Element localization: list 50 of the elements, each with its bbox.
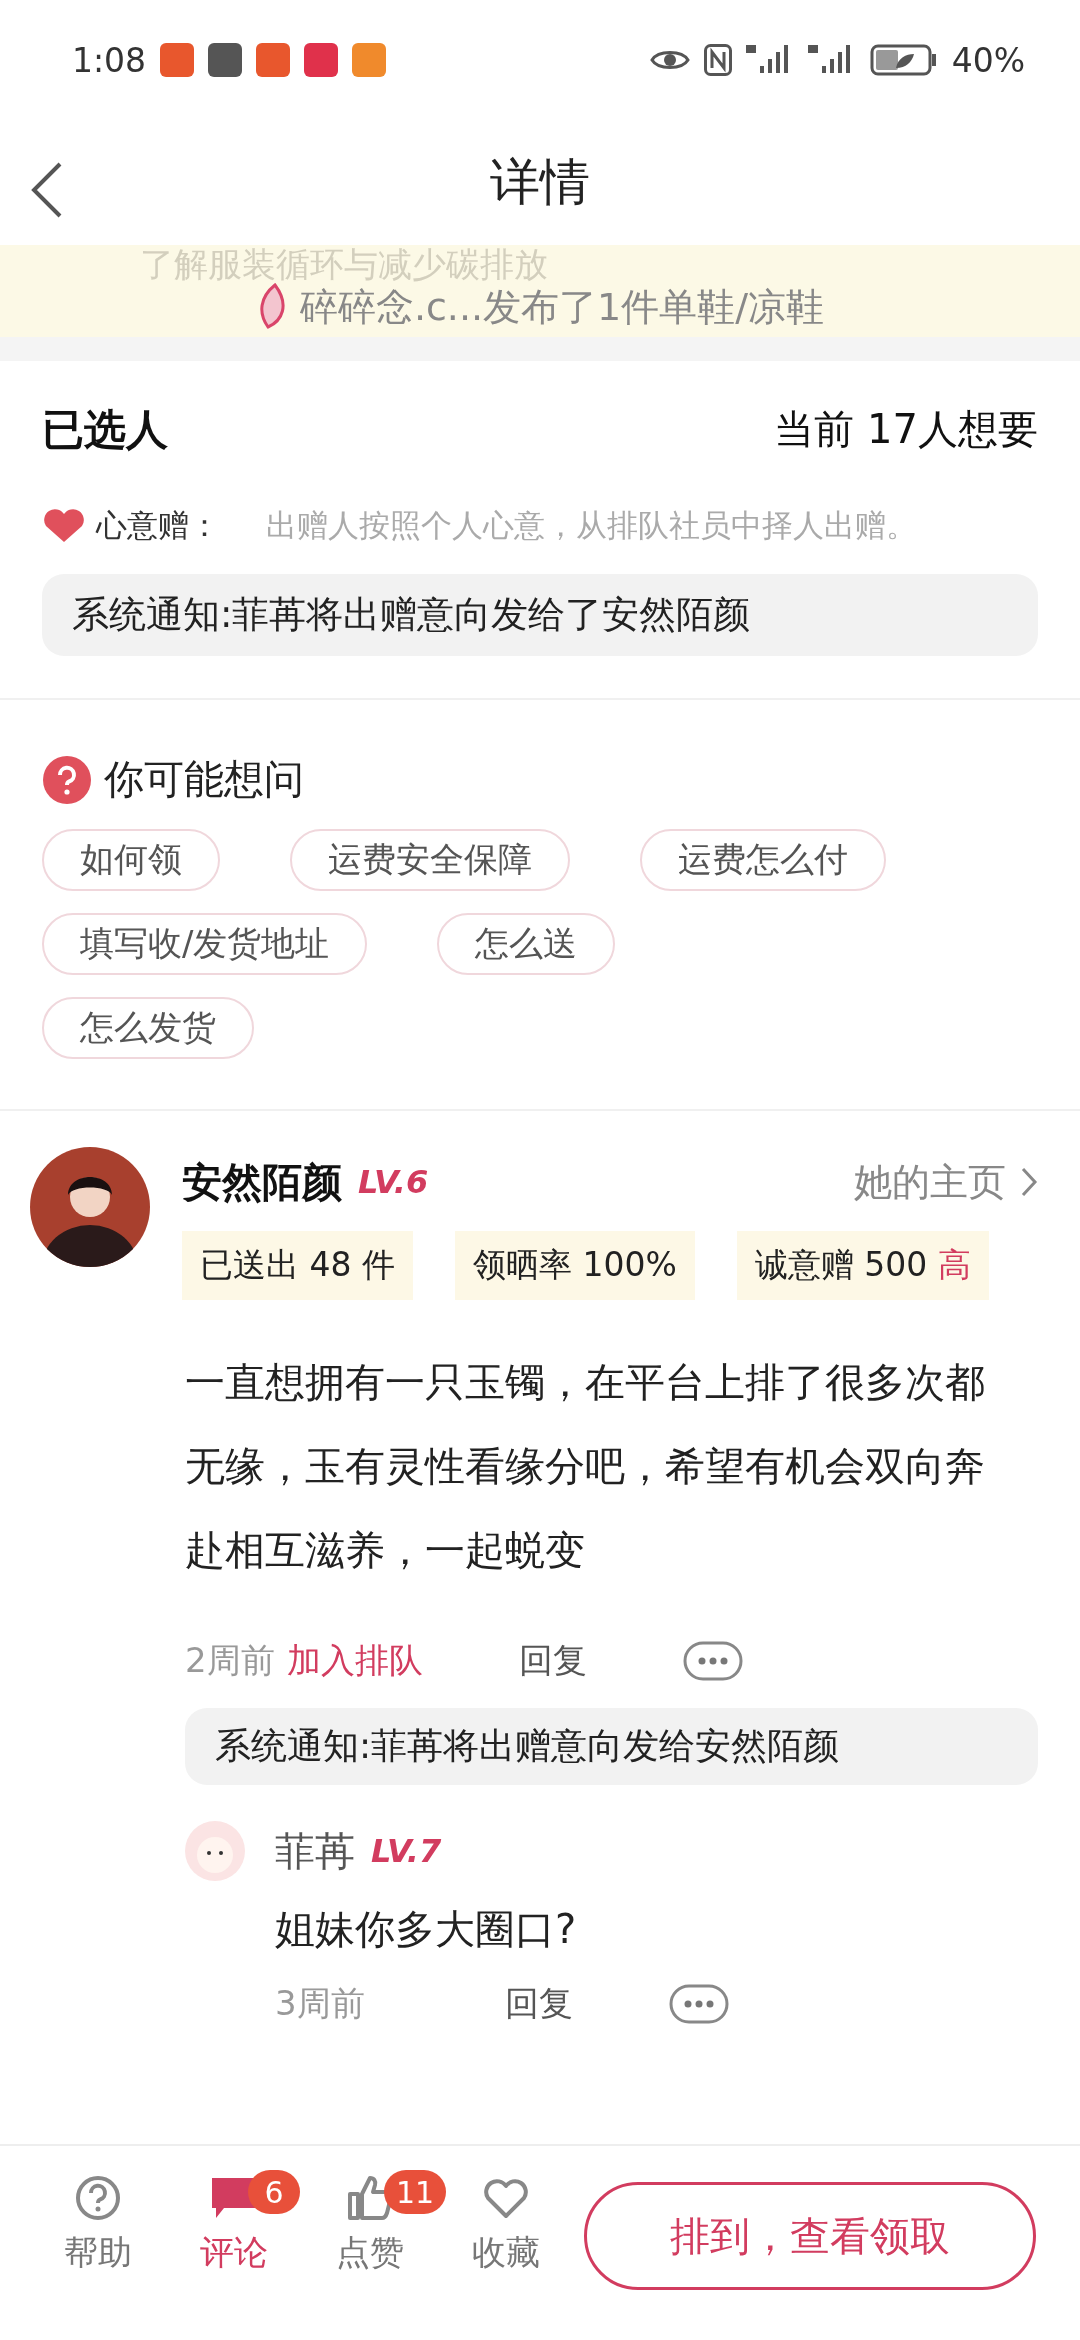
nfc-icon [703, 44, 732, 76]
comment-text: 一直想拥有一只玉镯，在平台上排了很多次都无缘，玉有灵性看缘分吧，希望有机会双向奔赴相互滋养，一起蜕变 [185, 1358, 986, 1575]
nav-tab[interactable]: 帮助 [64, 2174, 132, 2276]
mode-description: 出赠人按照个人心意，从排队社员中择人出赠。 [266, 506, 917, 545]
stat-tag: 领晒率 100% [455, 1231, 695, 1300]
join-queue-link[interactable]: 加入排队 [286, 1638, 423, 1684]
question-chip[interactable]: 运费安全保障 [290, 829, 570, 891]
comment-time: 2周前 [185, 1639, 275, 1682]
app-notification-icon [160, 43, 195, 77]
stat-tag: 已送出 48 件 [182, 1231, 413, 1300]
question-chip[interactable]: 怎么送 [437, 913, 616, 975]
reply-link[interactable]: 回复 [518, 1638, 587, 1684]
section-title: 你可能想问 [104, 755, 304, 804]
reply-text: 姐妹你多大圈口? [275, 1905, 578, 1954]
more-icon[interactable] [668, 1984, 729, 2024]
queue-button[interactable]: 排到，查看领取 [584, 2182, 1036, 2290]
app-notification-icon [208, 43, 243, 77]
status-time: 1:08 [72, 40, 147, 80]
battery-icon [869, 44, 938, 76]
question-chip[interactable]: 运费怎么付 [640, 829, 886, 891]
mode-label: 心意赠： [96, 506, 220, 545]
question-chip[interactable]: 填写收/发货地址 [42, 913, 368, 975]
app-notification-icon [304, 43, 339, 77]
section-title: 已选人 [42, 403, 168, 456]
user-level: LV.6 [358, 1163, 429, 1201]
system-notice: 系统通知:菲苒将出赠意向发给安然陌颜 [185, 1708, 1038, 1785]
count-badge: 11 [384, 2170, 447, 2214]
system-notice: 系统通知:菲苒将出赠意向发给了安然陌颜 [42, 574, 1038, 656]
question-chip[interactable]: 怎么发货 [42, 997, 254, 1059]
reply-time: 3周前 [275, 1982, 365, 2025]
stat-tag: 诚意赠 500 高 [736, 1231, 989, 1300]
chevron-right-icon [1020, 1166, 1038, 1198]
reply-link[interactable]: 回复 [504, 1981, 573, 2027]
question-icon [42, 754, 92, 805]
user-level: LV.7 [371, 1832, 442, 1870]
page-title: 详情 [490, 152, 590, 213]
more-icon[interactable] [682, 1641, 743, 1681]
nav-tab[interactable]: 收藏 [472, 2174, 540, 2276]
question-chip[interactable]: 如何领 [42, 829, 220, 891]
want-count: 当前 17人想要 [774, 405, 1038, 454]
app-notification-icon [256, 43, 291, 77]
homepage-link[interactable]: 她的主页 [854, 1156, 1006, 1208]
help-icon [74, 2174, 122, 2222]
heart-icon [42, 508, 86, 544]
count-badge: 6 [248, 2170, 300, 2214]
battery-percent: 40% [951, 40, 1025, 80]
user-name[interactable]: 安然陌颜 [182, 1154, 342, 1210]
app-notification-icon [352, 43, 387, 77]
ticker-text: 碎碎念.c...发布了1件单鞋/凉鞋 [299, 286, 825, 328]
user-name[interactable]: 菲苒 [275, 1823, 355, 1879]
